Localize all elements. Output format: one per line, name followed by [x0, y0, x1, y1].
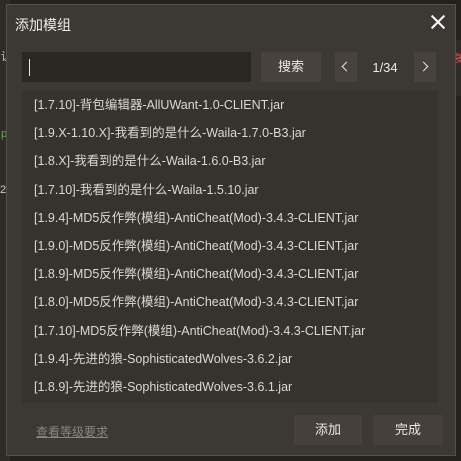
list-item[interactable]: [1.7.10]-背包编辑器-AllUWant-1.0-CLIENT.jar: [22, 91, 438, 119]
list-item[interactable]: [1.7.10]-我看到的是什么-Waila-1.5.10.jar: [22, 176, 438, 204]
dialog-titlebar: 添加模组: [7, 5, 455, 41]
prev-page-button[interactable]: [335, 52, 357, 82]
page-indicator: 1/34: [372, 60, 398, 75]
next-page-button[interactable]: [414, 52, 436, 82]
list-item[interactable]: [1.8.9]-先进的狼-SophisticatedWolves-3.6.1.j…: [22, 373, 438, 401]
dialog-title: 添加模组: [15, 17, 71, 33]
list-item[interactable]: [1.7.10]-MD5反作弊(模组)-AntiCheat(Mod)-3.4.3…: [22, 317, 438, 345]
list-item[interactable]: [1.9.4]-先进的狼-SophisticatedWolves-3.6.2.j…: [22, 345, 438, 373]
search-button[interactable]: 搜索: [261, 52, 321, 82]
mod-list[interactable]: [1.7.10]-背包编辑器-AllUWant-1.0-CLIENT.jar […: [22, 91, 438, 403]
chevron-left-icon: [341, 61, 352, 72]
done-button[interactable]: 完成: [373, 415, 443, 445]
list-item[interactable]: [1.9.4]-MD5反作弊(模组)-AntiCheat(Mod)-3.4.3-…: [22, 204, 438, 232]
level-requirements-link[interactable]: 查看等级要求: [36, 423, 108, 440]
add-button[interactable]: 添加: [294, 415, 362, 445]
add-mod-dialog: 添加模组 搜索 1/34 [1.7.10]-背包编辑器-AllUWant-1.0…: [6, 4, 456, 456]
chevron-right-icon: [418, 61, 429, 72]
list-item[interactable]: [1.9.X-1.10.X]-我看到的是什么-Waila-1.7.0-B3.ja…: [22, 119, 438, 147]
list-item[interactable]: [1.9.0]-MD5反作弊(模组)-AntiCheat(Mod)-3.4.3-…: [22, 232, 438, 260]
search-input[interactable]: [22, 52, 251, 82]
text-cursor: [29, 59, 30, 76]
close-icon[interactable]: [427, 11, 449, 33]
list-item[interactable]: [1.8.0]-MD5反作弊(模组)-AntiCheat(Mod)-3.4.3-…: [22, 288, 438, 316]
list-item[interactable]: [1.8.9]-MD5反作弊(模组)-AntiCheat(Mod)-3.4.3-…: [22, 260, 438, 288]
list-item[interactable]: [1.8.X]-我看到的是什么-Waila-1.6.0-B3.jar: [22, 147, 438, 175]
